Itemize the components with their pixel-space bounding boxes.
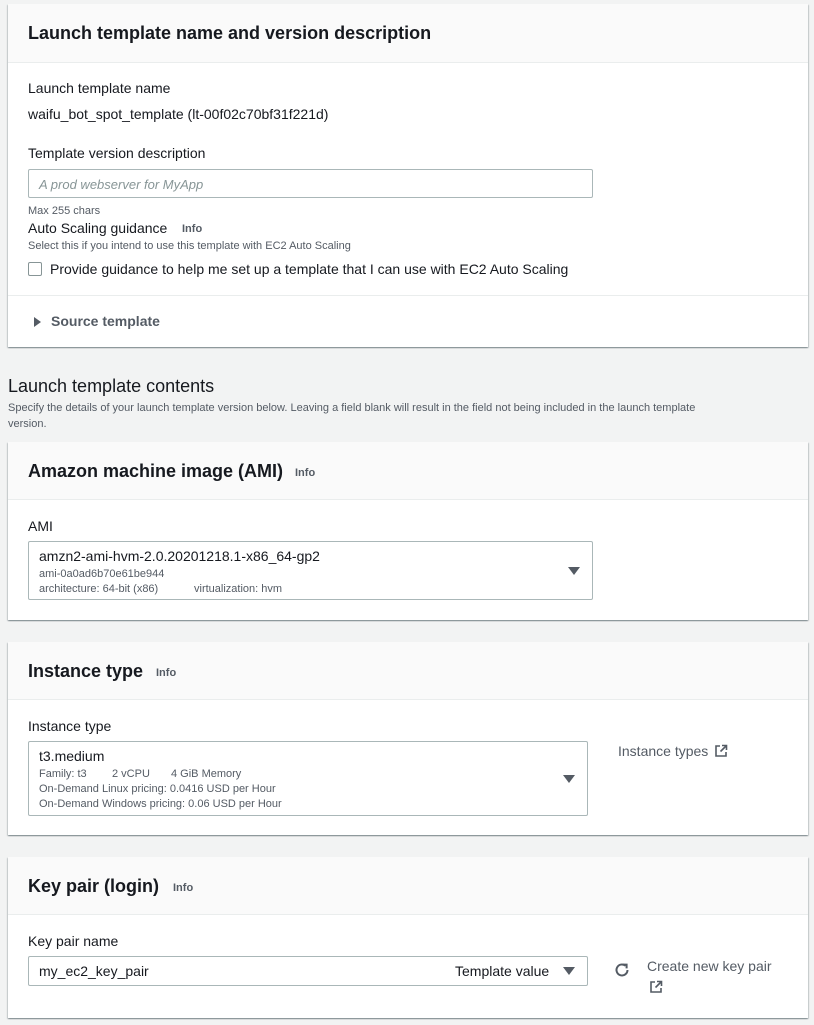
ami-selected-name: amzn2-ami-hvm-2.0.20201218.1-x86_64-gp2 — [39, 548, 320, 564]
divider — [8, 295, 808, 296]
external-link-icon — [650, 980, 663, 993]
ami-selected-id: ami-0a0ad6b70e61be944 — [39, 568, 165, 580]
panel-title: Amazon machine image (AMI) — [28, 461, 284, 481]
ami-info-link[interactable]: Info — [295, 467, 315, 479]
panel-header: Key pair (login) Info — [8, 857, 808, 915]
source-template-label: Source template — [51, 313, 160, 329]
instance-memory: 4 GiB Memory — [171, 768, 242, 780]
create-key-pair-link[interactable]: Create new key pair — [647, 957, 797, 999]
panel-title: Launch template name and version descrip… — [28, 23, 432, 43]
instance-type-selected: t3.medium — [39, 748, 105, 764]
key-pair-template-value: Template value — [455, 963, 550, 979]
source-template-expander[interactable]: Source template — [28, 312, 188, 332]
key-pair-select[interactable]: my_ec2_key_pair Template value — [28, 956, 588, 986]
panel-title: Instance type — [28, 661, 144, 681]
chevron-down-icon — [568, 567, 580, 575]
max-chars-hint: Max 255 chars — [28, 205, 101, 217]
chevron-down-icon — [563, 967, 575, 975]
auto-scaling-checkbox-label: Provide guidance to help me set up a tem… — [50, 261, 569, 277]
key-pair-panel: Key pair (login) Info Key pair name my_e… — [8, 857, 808, 1018]
key-pair-field-label: Key pair name — [28, 933, 119, 949]
key-pair-selected: my_ec2_key_pair — [39, 963, 149, 979]
instance-vcpu: 2 vCPU — [112, 768, 150, 780]
instance-windows-pricing: On-Demand Windows pricing: 0.06 USD per … — [39, 798, 282, 810]
template-name-value: waifu_bot_spot_template (lt-00f02c70bf31… — [28, 106, 329, 122]
instance-type-panel: Instance type Info Instance type t3.medi… — [8, 642, 808, 835]
ami-virtualization: virtualization: hvm — [194, 583, 283, 595]
ami-field-label: AMI — [28, 518, 53, 534]
contents-title: Launch template contents — [8, 376, 215, 396]
auto-scaling-checkbox[interactable] — [28, 262, 42, 276]
instance-type-select[interactable]: t3.medium Family: t3 2 vCPU 4 GiB Memory… — [28, 741, 588, 816]
template-name-panel: Launch template name and version descrip… — [8, 4, 808, 347]
version-description-label: Template version description — [28, 145, 206, 161]
instance-family: Family: t3 — [39, 768, 87, 780]
chevron-down-icon — [563, 775, 575, 783]
create-key-pair-label: Create new key pair — [647, 958, 772, 974]
ami-architecture: architecture: 64-bit (x86) — [39, 583, 159, 595]
panel-title: Key pair (login) — [28, 876, 160, 896]
caret-right-icon — [34, 317, 41, 327]
contents-description-line2: version. — [8, 418, 47, 430]
version-description-placeholder: A prod webserver for MyApp — [39, 177, 204, 192]
version-description-input[interactable]: A prod webserver for MyApp — [28, 169, 593, 198]
contents-description-line1: Specify the details of your launch templ… — [8, 402, 696, 414]
auto-scaling-info-link[interactable]: Info — [182, 223, 202, 235]
panel-header: Launch template name and version descrip… — [8, 4, 808, 63]
panel-header: Amazon machine image (AMI) Info — [8, 442, 808, 500]
instance-type-field-label: Instance type — [28, 718, 112, 734]
instance-info-link[interactable]: Info — [156, 667, 176, 679]
ami-panel: Amazon machine image (AMI) Info AMI amzn… — [8, 442, 808, 620]
instance-types-link[interactable]: Instance types — [618, 742, 748, 762]
auto-scaling-guidance-label: Auto Scaling guidance — [28, 220, 168, 236]
refresh-icon[interactable] — [613, 961, 631, 979]
panel-header: Instance type Info — [8, 642, 808, 700]
ami-select[interactable]: amzn2-ami-hvm-2.0.20201218.1-x86_64-gp2 … — [28, 541, 593, 600]
instance-linux-pricing: On-Demand Linux pricing: 0.0416 USD per … — [39, 783, 276, 795]
external-link-icon — [715, 744, 728, 757]
template-name-label: Launch template name — [28, 80, 171, 96]
auto-scaling-description: Select this if you intend to use this te… — [28, 240, 351, 252]
key-pair-info-link[interactable]: Info — [173, 882, 193, 894]
instance-types-link-label: Instance types — [618, 743, 709, 759]
